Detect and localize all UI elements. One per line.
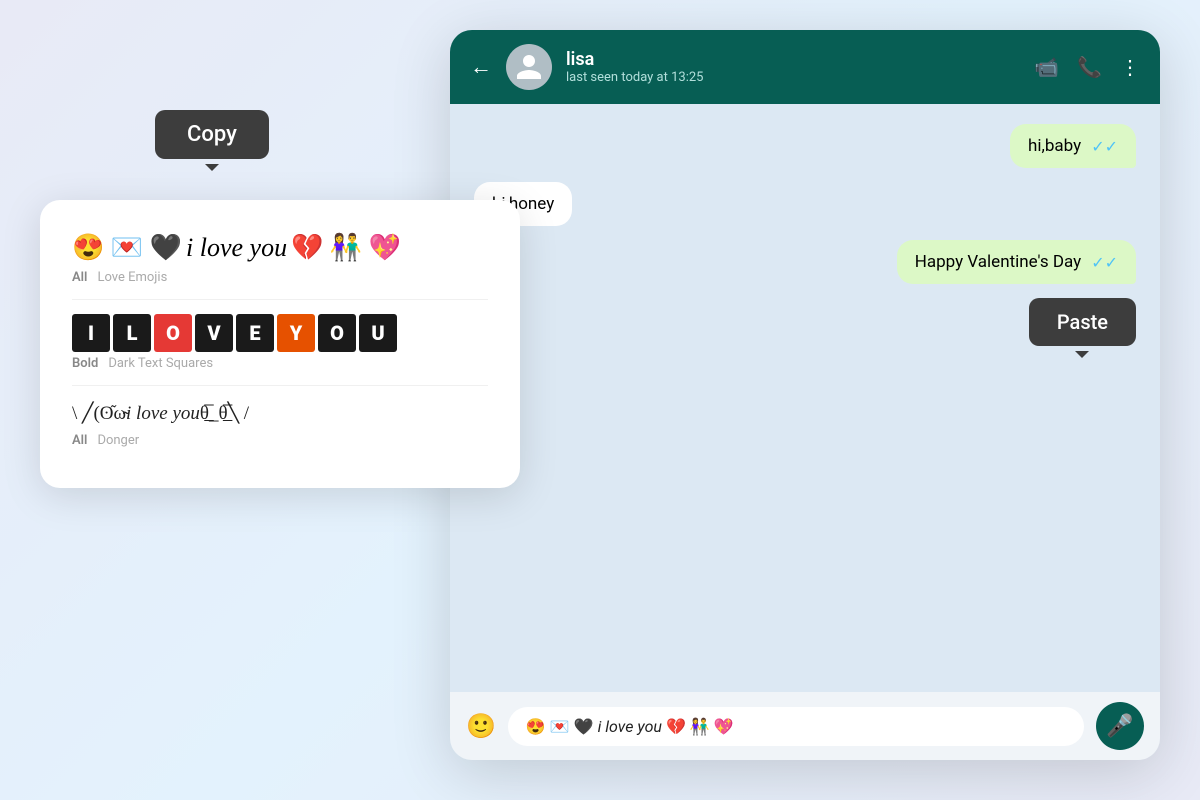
message-check-3: ✓✓	[1091, 253, 1118, 272]
chat-input-bar: 🙂 😍 💌 🖤 i love you 💔 👫 💖 🎤	[450, 692, 1160, 760]
emoji-style-text: 😍 💌 🖤 i love you 💔 👫 💖	[72, 230, 488, 266]
sq-I: I	[72, 314, 110, 352]
message-input[interactable]: 😍 💌 🖤 i love you 💔 👫 💖	[508, 707, 1084, 746]
header-actions: 📹 📞 ⋮	[1034, 55, 1140, 79]
sq-V: V	[195, 314, 233, 352]
emoji-style-row[interactable]: 😍 💌 🖤 i love you 💔 👫 💖 All Love Emojis	[72, 230, 488, 285]
donger-style-text: \ ╱(ʘ᷉ω̴i love youθ̲̅_θ̲̅╲ /	[72, 400, 488, 429]
chat-messages: hi,baby ✓✓ hi,honey Happy Valentine's Da…	[450, 104, 1160, 692]
squares-style-text: I L O V E Y O U	[72, 314, 488, 352]
back-button[interactable]: ←	[470, 54, 492, 80]
message-check-1: ✓✓	[1091, 137, 1118, 156]
message-text-1: hi,baby	[1028, 136, 1081, 156]
sq-O: O	[154, 314, 192, 352]
sq-Y: Y	[277, 314, 315, 352]
emoji-picker-button[interactable]: 🙂	[466, 712, 496, 740]
contact-name: lisa	[566, 49, 1020, 70]
contact-status: last seen today at 13:25	[566, 70, 1020, 85]
sq-E: E	[236, 314, 274, 352]
divider-2	[72, 385, 488, 386]
sq-U: U	[359, 314, 397, 352]
sq-L: L	[113, 314, 151, 352]
emoji-style-meta: All Love Emojis	[72, 270, 488, 285]
copy-tooltip: Copy	[155, 110, 269, 159]
message-bubble-1: hi,baby ✓✓	[1010, 124, 1136, 168]
donger-style-meta: All Donger	[72, 433, 488, 448]
paste-tooltip-wrap: Paste	[1029, 298, 1136, 346]
sq-O2: O	[318, 314, 356, 352]
donger-style-row[interactable]: \ ╱(ʘ᷉ω̴i love youθ̲̅_θ̲̅╲ / All Donger	[72, 400, 488, 448]
contact-avatar	[506, 44, 552, 90]
contact-info: lisa last seen today at 13:25	[566, 49, 1020, 85]
squares-style-meta: Bold Dark Text Squares	[72, 356, 488, 371]
divider-1	[72, 299, 488, 300]
message-text-3: Happy Valentine's Day	[915, 252, 1081, 272]
squares-style-row[interactable]: I L O V E Y O U Bold Dark Text Squares	[72, 314, 488, 371]
style-picker-card: 😍 💌 🖤 i love you 💔 👫 💖 All Love Emojis I…	[40, 200, 520, 488]
whatsapp-window: ← lisa last seen today at 13:25 📹 📞 ⋮ hi…	[450, 30, 1160, 760]
message-bubble-3: Happy Valentine's Day ✓✓	[897, 240, 1136, 284]
paste-tooltip[interactable]: Paste	[1029, 298, 1136, 346]
voice-call-button[interactable]: 📞	[1077, 55, 1102, 79]
mic-icon: 🎤	[1106, 714, 1133, 739]
avatar-icon	[514, 52, 544, 82]
video-call-button[interactable]: 📹	[1034, 55, 1059, 79]
mic-button[interactable]: 🎤	[1096, 702, 1144, 750]
chat-header: ← lisa last seen today at 13:25 📹 📞 ⋮	[450, 30, 1160, 104]
more-options-button[interactable]: ⋮	[1120, 55, 1140, 79]
